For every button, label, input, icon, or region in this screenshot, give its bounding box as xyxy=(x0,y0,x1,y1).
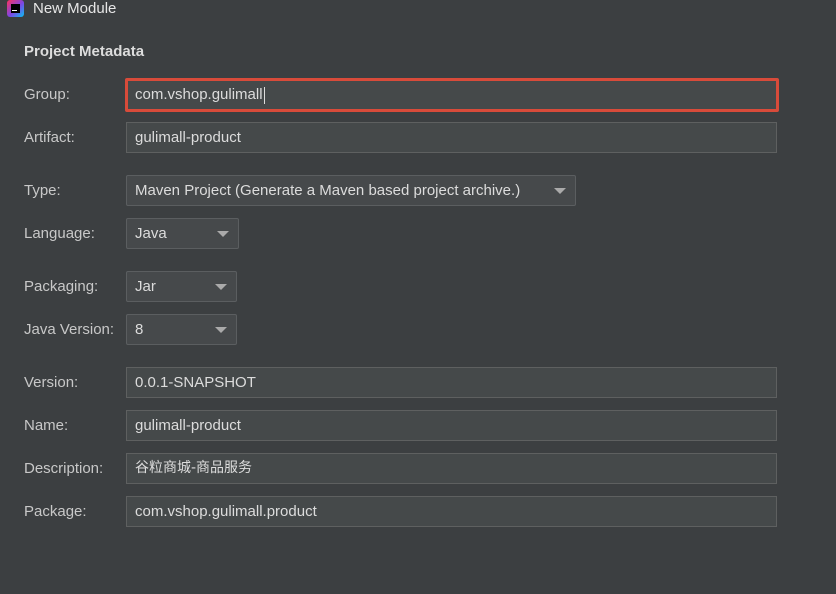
language-value: Java xyxy=(135,225,167,242)
version-field[interactable]: 0.0.1-SNAPSHOT xyxy=(126,367,777,398)
artifact-field[interactable]: gulimall-product xyxy=(126,122,777,153)
chevron-down-icon xyxy=(554,188,566,194)
java-version-value: 8 xyxy=(135,321,144,338)
type-label: Type: xyxy=(24,182,61,199)
language-label: Language: xyxy=(24,225,95,242)
packaging-value: Jar xyxy=(135,278,156,295)
chevron-down-icon xyxy=(215,284,227,290)
intellij-idea-icon xyxy=(7,0,24,17)
artifact-label: Artifact: xyxy=(24,129,75,146)
title-bar: New Module xyxy=(0,0,836,20)
text-caret xyxy=(263,86,265,104)
chevron-down-icon xyxy=(217,231,229,237)
description-field[interactable]: 谷粒商城-商品服务 xyxy=(126,453,777,484)
chevron-down-icon xyxy=(215,327,227,333)
packaging-label: Packaging: xyxy=(24,278,99,295)
java-version-label: Java Version: xyxy=(24,321,115,338)
section-title: Project Metadata xyxy=(24,43,145,60)
description-label: Description: xyxy=(24,460,104,477)
packaging-dropdown[interactable]: Jar xyxy=(126,271,237,302)
group-label: Group: xyxy=(24,86,70,103)
package-field[interactable]: com.vshop.gulimall.product xyxy=(126,496,777,527)
group-field[interactable]: com.vshop.gulimall xyxy=(125,78,779,112)
package-label: Package: xyxy=(24,503,87,520)
type-value: Maven Project (Generate a Maven based pr… xyxy=(135,182,521,199)
version-label: Version: xyxy=(24,374,79,391)
name-label: Name: xyxy=(24,417,69,434)
language-dropdown[interactable]: Java xyxy=(126,218,239,249)
java-version-dropdown[interactable]: 8 xyxy=(126,314,237,345)
name-field[interactable]: gulimall-product xyxy=(126,410,777,441)
group-value: com.vshop.gulimall xyxy=(135,86,263,103)
window-title: New Module xyxy=(33,0,117,17)
type-dropdown[interactable]: Maven Project (Generate a Maven based pr… xyxy=(126,175,576,206)
